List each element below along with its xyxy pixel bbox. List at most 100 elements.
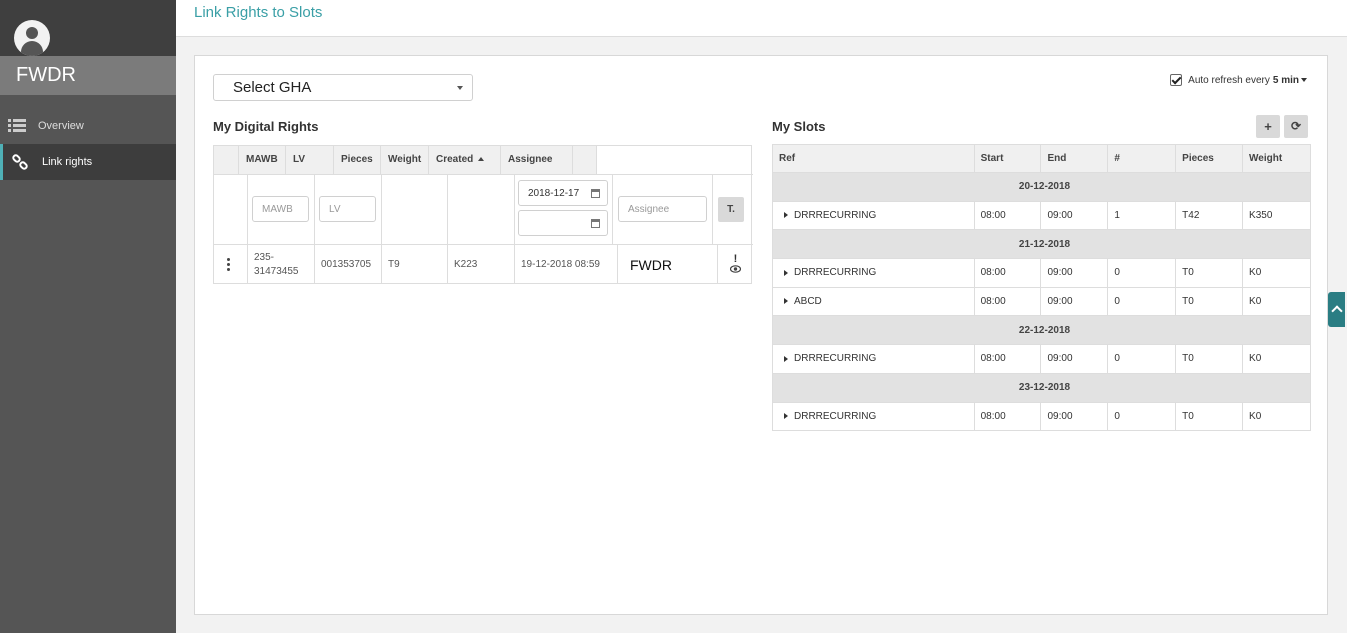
group-date: 23-12-2018 (772, 372, 1311, 403)
column-header-created[interactable]: Created (429, 146, 501, 174)
column-header-created-label: Created (436, 154, 474, 165)
assignee-filter-input[interactable]: Assignee (618, 196, 707, 222)
cell-assignee[interactable]: FWDR (618, 245, 718, 284)
expand-caret-icon[interactable] (784, 212, 788, 219)
slots-title: My Slots (772, 119, 826, 134)
table-row[interactable]: DRRRECURRING 08:00 09:00 0 T0 K0 (772, 401, 1311, 432)
auto-refresh-interval[interactable]: 5 min (1273, 75, 1299, 86)
sort-ascending-icon (478, 157, 485, 162)
column-header-assignee[interactable]: Assignee (501, 146, 573, 174)
cell-pieces: T9 (382, 245, 448, 284)
cell-lv: 001353705 (315, 245, 382, 284)
filter-cell-created: 2018-12-17 (515, 175, 613, 244)
column-header-ref[interactable]: Ref (772, 144, 975, 173)
cell-ref[interactable]: DRRRECURRING (772, 200, 975, 231)
main-panel: Select GHA Auto refresh every 5 min My D… (194, 55, 1328, 615)
scroll-to-top-button[interactable] (1328, 292, 1345, 327)
cell-count: 0 (1107, 344, 1177, 374)
cell-count: 0 (1107, 258, 1177, 288)
add-slot-button[interactable]: + (1256, 115, 1280, 138)
cell-start: 08:00 (973, 286, 1042, 317)
table-row[interactable]: DRRRECURRING 08:00 09:00 0 T0 K0 (772, 344, 1311, 374)
cell-actions: ! (718, 245, 753, 284)
expand-caret-icon[interactable] (784, 413, 788, 420)
column-header-weight[interactable]: Weight (1242, 144, 1311, 173)
column-header-end[interactable]: End (1040, 144, 1109, 173)
cell-pieces: T0 (1175, 286, 1244, 317)
user-name: FWDR (0, 56, 176, 95)
cell-ref[interactable]: DRRRECURRING (772, 401, 975, 432)
gha-select[interactable]: Select GHA (213, 74, 473, 101)
cell-weight: K223 (448, 245, 515, 284)
column-header-lv[interactable]: LV (286, 146, 334, 174)
list-icon (8, 118, 28, 134)
chevron-down-icon[interactable] (1301, 78, 1307, 82)
sidebar-header (0, 0, 176, 56)
cell-end: 09:00 (1040, 286, 1109, 317)
ref-label: DRRRECURRING (794, 410, 877, 422)
created-from-input[interactable]: 2018-12-17 (518, 180, 608, 206)
sidebar-nav: Overview Link rights (0, 108, 176, 180)
table-row[interactable]: DRRRECURRING 08:00 09:00 1 T42 K350 (772, 200, 1311, 231)
cell-end: 09:00 (1040, 401, 1109, 432)
sidebar-item-overview[interactable]: Overview (0, 108, 176, 144)
alert-icon[interactable]: ! (734, 253, 738, 265)
column-header-pieces[interactable]: Pieces (1175, 144, 1244, 173)
mawb-filter-input[interactable]: MAWB (252, 196, 309, 222)
sidebar-item-label: Link rights (42, 156, 93, 168)
table-row[interactable]: 235-31473455 001353705 T9 K223 19-12-201… (214, 245, 753, 284)
column-header-start[interactable]: Start (973, 144, 1042, 173)
cell-weight: K0 (1242, 286, 1311, 317)
calendar-icon[interactable] (591, 219, 600, 228)
link-icon (12, 154, 32, 170)
cell-ref[interactable]: DRRRECURRING (772, 344, 975, 374)
top-bar: Link Rights to Slots (176, 0, 1347, 37)
lv-filter-input[interactable]: LV (319, 196, 376, 222)
sidebar-item-link-rights[interactable]: Link rights (0, 144, 176, 180)
filter-cell-button: T. (713, 175, 753, 244)
eye-icon[interactable] (729, 264, 742, 276)
cell-created: 19-12-2018 08:59 (515, 245, 618, 284)
rights-grid: MAWB LV Pieces Weight Created Assignee M… (213, 145, 753, 284)
filter-cell-empty (214, 175, 248, 244)
column-header-count[interactable]: # (1107, 144, 1177, 173)
ref-label: DRRRECURRING (794, 353, 877, 365)
expand-caret-icon[interactable] (784, 269, 788, 276)
column-header-mawb[interactable]: MAWB (239, 146, 286, 174)
expand-caret-icon[interactable] (784, 298, 788, 305)
cell-pieces: T0 (1175, 401, 1244, 432)
filter-button[interactable]: T. (718, 197, 744, 222)
cell-ref[interactable]: DRRRECURRING (772, 258, 975, 288)
created-to-input[interactable] (518, 210, 608, 236)
table-row[interactable]: DRRRECURRING 08:00 09:00 0 T0 K0 (772, 258, 1311, 288)
cell-start: 08:00 (973, 401, 1042, 432)
rights-title: My Digital Rights (213, 119, 319, 134)
column-header-weight[interactable]: Weight (381, 146, 429, 174)
cell-weight: K0 (1242, 258, 1311, 288)
avatar[interactable] (14, 20, 50, 56)
auto-refresh-label: Auto refresh every (1188, 74, 1270, 86)
kebab-menu-icon[interactable] (227, 258, 230, 271)
group-date: 22-12-2018 (772, 315, 1311, 346)
group-date: 20-12-2018 (772, 172, 1311, 202)
group-row: 22-12-2018 (772, 315, 1311, 346)
filter-cell-weight (448, 175, 515, 244)
group-row: 20-12-2018 (772, 172, 1311, 202)
expand-caret-icon[interactable] (784, 355, 788, 362)
cell-weight: K0 (1242, 401, 1311, 432)
cell-ref[interactable]: ABCD (772, 286, 975, 317)
filter-cell-lv: LV (315, 175, 382, 244)
refresh-slots-button[interactable]: ⟳ (1284, 115, 1308, 138)
table-row[interactable]: ABCD 08:00 09:00 0 T0 K0 (772, 286, 1311, 317)
auto-refresh: Auto refresh every 5 min (1170, 74, 1307, 86)
filter-cell-mawb: MAWB (248, 175, 315, 244)
row-menu[interactable] (214, 245, 248, 284)
calendar-icon[interactable] (591, 189, 600, 198)
column-header-pieces[interactable]: Pieces (334, 146, 381, 174)
ref-label: ABCD (794, 296, 822, 308)
ref-label: DRRRECURRING (794, 210, 877, 222)
cell-mawb: 235-31473455 (248, 245, 315, 284)
auto-refresh-checkbox[interactable] (1170, 74, 1183, 86)
created-from-value: 2018-12-17 (528, 188, 580, 199)
cell-start: 08:00 (973, 200, 1042, 231)
